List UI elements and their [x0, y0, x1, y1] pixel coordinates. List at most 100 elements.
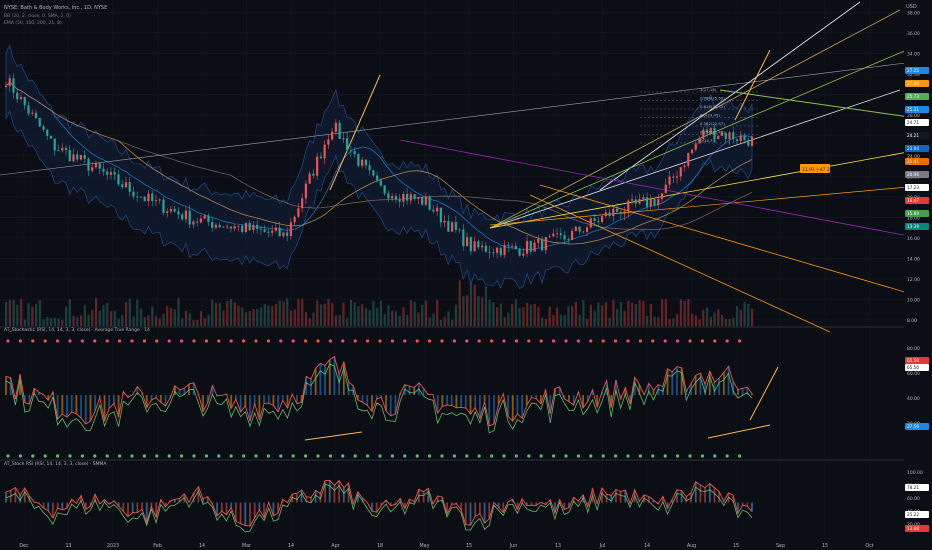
volume-bar	[316, 300, 319, 326]
volume-bar	[664, 298, 667, 326]
volume-bar	[319, 304, 323, 326]
volume-bar	[469, 279, 473, 326]
volume-bar	[398, 315, 401, 326]
volume-bar	[312, 312, 315, 326]
osc1-title: AT_Stochastic (RSI, 14, 14, 3, 3, close)…	[4, 327, 150, 333]
candle-body	[563, 235, 566, 240]
candle-body	[331, 131, 334, 140]
time-tick: 13	[555, 543, 561, 549]
signal-dot	[68, 454, 72, 458]
candle-body	[623, 211, 626, 215]
candle-body	[604, 212, 607, 217]
candle-body	[327, 139, 330, 145]
volume-bar	[143, 317, 146, 326]
volume-bar	[578, 314, 581, 326]
volume-bar	[109, 311, 113, 326]
volume-bar	[597, 302, 600, 326]
volume-bar	[226, 301, 229, 326]
candle-body	[664, 184, 667, 194]
price-badge-label: 27.25	[907, 68, 919, 73]
candle-body	[638, 199, 641, 204]
candle-body	[510, 245, 514, 247]
candle-body	[578, 226, 581, 232]
osc2-tick: 100.00	[907, 470, 923, 476]
candle-body	[72, 154, 75, 162]
price-badge-label: 25.73	[907, 94, 919, 99]
signal-dot	[18, 339, 22, 343]
volume-bar	[106, 302, 109, 326]
signal-dot	[291, 339, 295, 343]
candle-body	[544, 237, 547, 251]
fib-label: 0.5(23.45)	[700, 113, 720, 118]
price-badge-label: 25.21	[907, 107, 919, 112]
osc1-tick: 60.00	[907, 371, 920, 377]
signal-dot	[626, 454, 630, 458]
volume-bar	[334, 315, 338, 326]
signal-dot	[130, 339, 134, 343]
candle-body	[241, 225, 244, 232]
price-chart[interactable]: 1(27.18) 0.786(25.58) 0.618(24.33) 0.5(23.4…	[0, 0, 932, 550]
volume-bar	[87, 314, 90, 326]
volume-bar	[113, 310, 116, 326]
time-tick: May	[420, 543, 430, 549]
signal-dot	[688, 454, 692, 458]
volume-bar	[184, 310, 188, 326]
signal-dot	[564, 339, 568, 343]
volume-bar	[593, 311, 596, 326]
signal-dot	[502, 339, 506, 343]
volume-bar	[16, 305, 19, 326]
volume-bar	[222, 310, 225, 326]
volume-bar	[23, 319, 26, 326]
signal-dot	[638, 454, 643, 458]
volume-bar	[443, 317, 446, 326]
candle-body	[525, 241, 529, 254]
candle-body	[739, 135, 742, 141]
signal-dot	[676, 454, 680, 458]
candle-body	[169, 209, 173, 212]
signal-dot	[93, 339, 97, 343]
volume-bar	[237, 305, 240, 326]
candle-body	[406, 193, 409, 201]
time-tick: 18	[377, 543, 383, 549]
signal-dot	[316, 454, 320, 458]
candle-body	[121, 184, 124, 188]
volume-bar	[383, 314, 386, 326]
volume-bar	[31, 306, 34, 326]
candle-body	[376, 175, 379, 181]
volume-bar	[574, 302, 578, 326]
volume-bar	[151, 306, 154, 326]
volume-bar	[436, 299, 439, 326]
volume-bar	[19, 298, 23, 326]
signal-dot	[539, 339, 543, 343]
time-tick: Jun	[509, 543, 518, 549]
volume-bar	[244, 312, 248, 326]
volume-bar	[267, 305, 270, 326]
candle-body	[668, 176, 671, 185]
price-tick: 34.00	[907, 51, 920, 57]
volume-bar	[702, 309, 705, 326]
volume-bar	[499, 303, 503, 326]
signal-dot	[378, 454, 382, 458]
volume-bar	[649, 304, 652, 326]
volume-bar	[496, 306, 499, 326]
candle-body	[555, 233, 559, 235]
signal-dot	[564, 454, 568, 458]
signal-dot	[304, 339, 308, 343]
candle-body	[278, 227, 281, 237]
signal-dot	[403, 454, 407, 458]
volume-bar	[477, 296, 480, 326]
volume-bar	[447, 311, 450, 326]
volume-bar	[683, 300, 686, 326]
time-tick: Mar	[242, 543, 251, 549]
volume-bar	[728, 319, 731, 326]
volume-bar	[751, 308, 754, 326]
price-tick: 28.00	[907, 113, 920, 119]
candle-body	[282, 232, 285, 237]
volume-bar	[293, 309, 296, 326]
candle-body	[465, 237, 469, 247]
volume-bar	[132, 316, 135, 326]
price-axis[interactable]: 38.0036.0034.0032.0030.0028.0026.0024.00…	[904, 0, 932, 550]
volume-bar	[458, 280, 461, 326]
volume-bar	[173, 309, 176, 326]
volume-bar	[353, 302, 356, 326]
